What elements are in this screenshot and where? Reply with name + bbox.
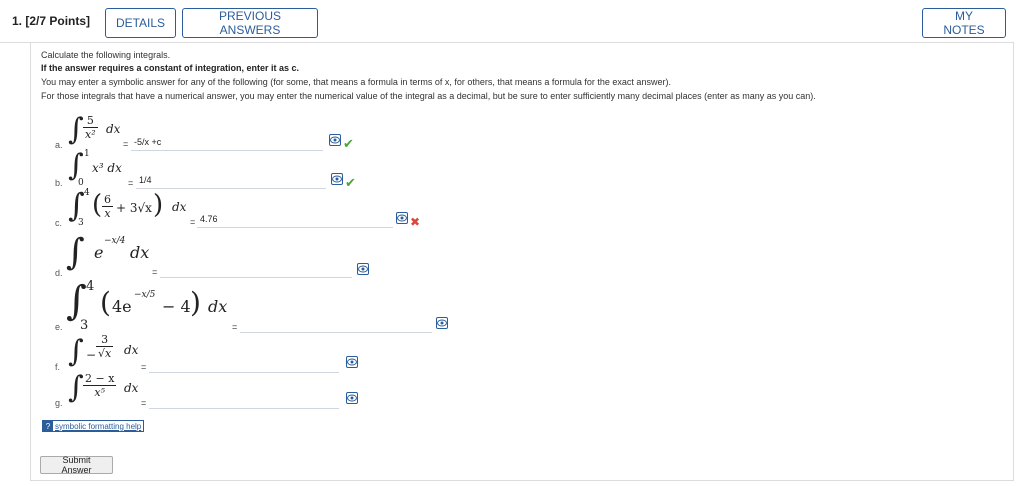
question-number: 1. [2/7 Points] <box>12 14 90 28</box>
part-f-fraction: 3 √x <box>96 333 114 360</box>
part-b-answer-input[interactable] <box>136 172 326 189</box>
part-e-right-paren: ) <box>190 286 201 319</box>
help-icon: ? <box>43 421 53 431</box>
previous-answers-button[interactable]: PREVIOUS ANSWERS <box>182 8 318 38</box>
part-c-numerator: 6 <box>104 193 111 206</box>
part-a-denominator: x² <box>85 128 96 141</box>
part-b-check-icon: ✔ <box>345 175 356 190</box>
instruction-line-3: You may enter a symbolic answer for any … <box>41 77 671 87</box>
part-d-exponent: −x/4 <box>104 236 126 246</box>
part-d-eye-preview-icon[interactable] <box>357 263 369 275</box>
part-a-eye-preview-icon[interactable] <box>329 134 341 146</box>
part-f-denominator: √x <box>98 347 112 360</box>
part-f-integral-sign: ∫ <box>68 334 84 369</box>
submit-answer-button[interactable]: Submit Answer <box>40 455 113 475</box>
part-a-numerator: 5 <box>86 114 94 127</box>
part-e-exponent: −x/5 <box>134 290 156 300</box>
symbolic-formatting-help-link[interactable]: ? symbolic formatting help <box>42 420 145 432</box>
part-e-upper-limit: 4 <box>86 279 95 294</box>
instruction-line-1: Calculate the following integrals. <box>41 50 171 60</box>
part-a-check-icon: ✔ <box>343 136 354 151</box>
part-c-rest: + 3√x <box>116 201 152 215</box>
part-e-lower-limit: 3 <box>80 318 89 333</box>
part-a-equals: = <box>123 139 129 149</box>
part-c-equals: = <box>190 217 196 227</box>
my-notes-button[interactable]: MY NOTES <box>922 8 1006 38</box>
part-e-left-paren: ( <box>100 286 111 319</box>
question-header: 1. [2/7 Points] DETAILS PREVIOUS ANSWERS… <box>0 0 1014 43</box>
part-d-label: d. <box>55 268 63 278</box>
part-e-eye-preview-icon[interactable] <box>436 317 448 329</box>
part-g-fraction: 2 − x x⁵ <box>83 372 117 399</box>
part-b-upper-limit: 1 <box>84 149 90 159</box>
details-button[interactable]: DETAILS <box>105 8 176 38</box>
part-a-fraction: 5 x² <box>83 114 98 141</box>
part-d-answer-input[interactable] <box>160 261 352 278</box>
part-g-numerator: 2 − x <box>85 372 115 385</box>
part-g-eye-preview-icon[interactable] <box>346 392 358 404</box>
part-f-equals: = <box>141 362 147 372</box>
part-c-fraction: 6 x <box>102 193 113 220</box>
part-g-dx: dx <box>124 381 139 395</box>
part-c-lower-limit: 3 <box>78 218 84 228</box>
part-e-term-a: 4e <box>112 297 132 316</box>
part-e-dx: dx <box>208 297 228 316</box>
part-b-equals: = <box>128 178 134 188</box>
instruction-line-2: If the answer requires a constant of int… <box>41 63 300 73</box>
part-c-label: c. <box>55 218 63 228</box>
part-e-term-b: − 4 <box>162 297 191 316</box>
part-d-dx: dx <box>130 243 150 262</box>
part-e-answer-input[interactable] <box>240 316 432 333</box>
part-b-label: b. <box>55 178 63 188</box>
part-a-label: a. <box>55 140 63 150</box>
part-g-integral-sign: ∫ <box>68 370 84 405</box>
part-c-upper-limit: 4 <box>84 188 90 198</box>
part-f-numerator: 3 <box>101 333 109 346</box>
part-f-dx: dx <box>124 343 139 357</box>
part-f-label: f. <box>55 362 61 372</box>
part-c-answer-input[interactable] <box>197 211 393 228</box>
part-g-equals: = <box>141 398 147 408</box>
part-b-integrand: x³ dx <box>92 161 122 175</box>
part-c-cross-icon: ✖ <box>410 215 421 229</box>
instruction-line-4: For those integrals that have a numerica… <box>41 91 816 101</box>
part-f-eye-preview-icon[interactable] <box>346 356 358 368</box>
help-link-text: symbolic formatting help <box>55 421 142 431</box>
part-e-label: e. <box>55 322 63 332</box>
part-d-base: e <box>94 243 104 262</box>
part-f-answer-input[interactable] <box>149 356 339 373</box>
part-c-left-paren: ( <box>92 190 103 220</box>
part-a-answer-input[interactable] <box>131 134 323 151</box>
part-a-dx: dx <box>106 122 121 136</box>
question-number-text: 1. <box>12 14 23 28</box>
part-e-equals: = <box>232 322 238 332</box>
part-b-eye-preview-icon[interactable] <box>331 173 343 185</box>
part-f-sign: − <box>86 348 97 362</box>
part-d-integral-sign: ∫ <box>66 232 85 273</box>
part-d-equals: = <box>152 267 158 277</box>
part-g-answer-input[interactable] <box>149 392 339 409</box>
points-text: [2/7 Points] <box>25 14 91 28</box>
part-c-right-paren: ) <box>153 190 164 220</box>
part-c-eye-preview-icon[interactable] <box>396 212 408 224</box>
part-a-integral-sign: ∫ <box>68 112 84 147</box>
part-c-denominator: x <box>104 207 111 220</box>
part-g-denominator: x⁵ <box>94 386 106 399</box>
part-g-label: g. <box>55 398 63 408</box>
part-c-dx: dx <box>172 200 187 214</box>
